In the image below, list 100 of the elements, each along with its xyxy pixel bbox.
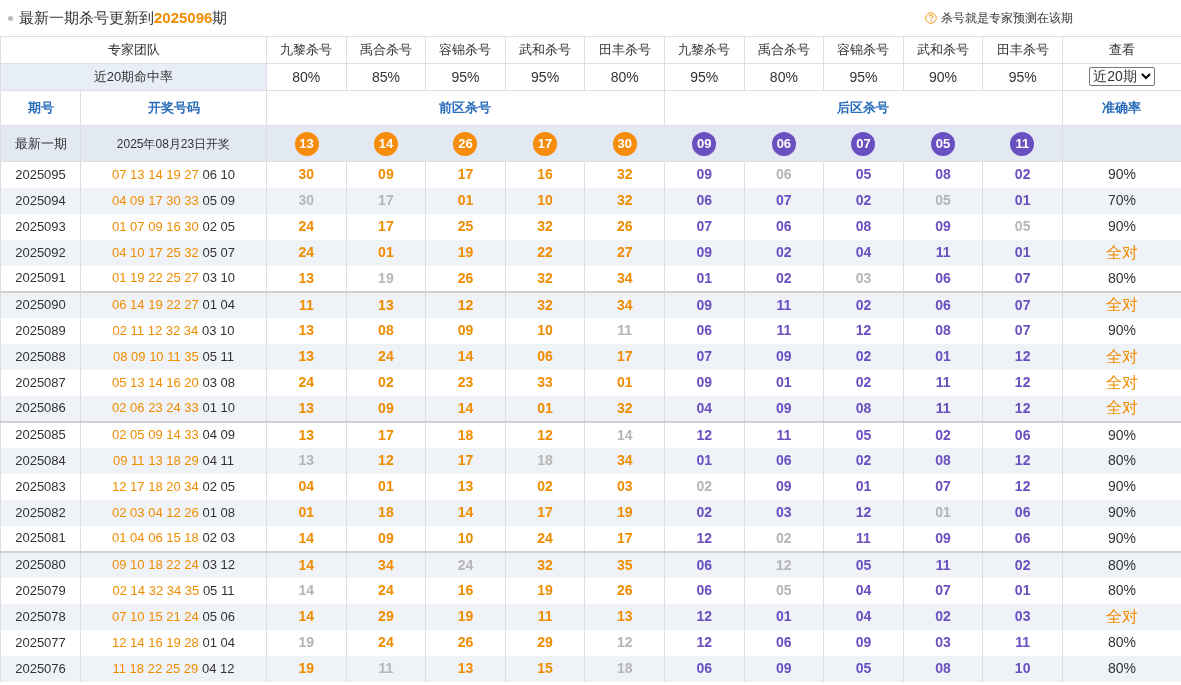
hit-rate: 80% — [769, 68, 798, 85]
front-kill-number: 32 — [537, 556, 553, 573]
front-kill-number: 02 — [378, 374, 394, 390]
back-kill-number: 02 — [1014, 556, 1031, 573]
front-kill-number: 26 — [457, 269, 474, 286]
expert-name: 九黎杀号 — [280, 42, 333, 58]
back-kill-number: 12 — [855, 504, 872, 520]
front-kill-number: 19 — [378, 269, 394, 286]
accuracy-value: 70% — [1107, 192, 1136, 208]
front-kill-number: 13 — [616, 608, 633, 624]
front-kill-number: 19 — [298, 660, 315, 676]
front-kill-number: 12 — [537, 426, 553, 443]
column-header: 期号 — [27, 100, 54, 116]
front-kill-number: 32 — [537, 218, 553, 234]
front-kill-number: 30 — [298, 166, 315, 183]
back-kill-number: 07 — [1014, 322, 1031, 338]
expert-name: 容锦杀号 — [837, 42, 890, 58]
back-kill-number: 11 — [935, 374, 951, 390]
back-kill-number: 07 — [776, 192, 792, 208]
back-kill-number: 06 — [1014, 426, 1031, 443]
hit-rate: 95% — [690, 68, 719, 85]
hit-rate: 90% — [929, 68, 958, 85]
draw-front-numbers: 12 14 16 19 28 — [112, 634, 199, 650]
back-kill-number: 12 — [855, 322, 872, 338]
back-kill-number: 08 — [935, 660, 951, 676]
back-kill-number: 12 — [1014, 478, 1031, 494]
front-kill-number: 19 — [457, 244, 474, 260]
back-kill-number: 06 — [776, 218, 792, 234]
draw-back-numbers: 02 03 — [202, 530, 235, 546]
draw-front-numbers: 01 19 22 25 27 — [112, 270, 199, 286]
front-kill-number: 19 — [298, 634, 315, 650]
draw-front-numbers: 12 17 18 20 34 — [112, 478, 199, 494]
front-kill-number: 16 — [457, 582, 474, 598]
draw-front-numbers: 11 18 22 25 29 — [112, 660, 199, 676]
front-kill-number: 27 — [616, 244, 633, 260]
back-kill-number: 09 — [935, 529, 951, 546]
back-kill-number: 02 — [855, 192, 872, 208]
period-number: 2025094 — [15, 192, 66, 208]
front-kill-number: 14 — [298, 608, 315, 624]
hit-rate: 80% — [610, 68, 639, 85]
accuracy-value: 90% — [1107, 504, 1136, 520]
front-kill-number: 11 — [298, 296, 314, 313]
front-kill-number: 17 — [537, 504, 553, 520]
period-number: 2025092 — [15, 244, 66, 260]
period-number: 2025088 — [15, 348, 66, 364]
back-kill-number: 02 — [776, 269, 792, 286]
draw-front-numbers: 01 04 06 15 18 — [112, 530, 199, 546]
draw-front-numbers: 07 10 15 21 24 — [112, 608, 199, 624]
accuracy-value: 90% — [1107, 478, 1136, 494]
front-kill-number: 17 — [457, 166, 474, 183]
front-kill-number: 17 — [457, 452, 474, 468]
front-kill-number: 13 — [298, 399, 315, 416]
back-kill-number: 02 — [935, 426, 951, 443]
accuracy-value: 90% — [1107, 426, 1136, 443]
back-kill-number: 02 — [855, 374, 872, 390]
view-label: 查看 — [1108, 42, 1135, 58]
draw-front-numbers: 01 07 09 16 30 — [112, 218, 199, 234]
back-kill-number: 09 — [696, 374, 713, 390]
front-kill-number: 19 — [457, 608, 474, 624]
front-kill-number: 12 — [457, 296, 474, 313]
front-kill-number: 23 — [457, 374, 474, 390]
back-kill-number: 08 — [935, 166, 951, 183]
back-kill-number: 12 — [696, 529, 713, 546]
back-kill-number: 06 — [696, 556, 713, 573]
period-select[interactable]: 近20期 — [1089, 67, 1155, 87]
expert-name: 容锦杀号 — [439, 42, 492, 58]
draw-back-numbers: 01 08 — [202, 504, 235, 520]
period-number: 2025077 — [15, 634, 66, 650]
front-kill-number: 13 — [298, 322, 315, 338]
back-kill-number: 01 — [1014, 192, 1031, 208]
front-kill-number: 34 — [616, 269, 633, 286]
front-kill-number: 09 — [378, 529, 394, 546]
front-kill-number: 24 — [298, 218, 315, 234]
back-kill-number: 12 — [1014, 374, 1031, 390]
back-kill-number: 02 — [776, 244, 792, 260]
draw-back-numbers: 05 11 — [202, 348, 234, 364]
hint-text: 杀号就是专家预测在该期 — [941, 10, 1073, 27]
column-header: 前区杀号 — [439, 100, 492, 116]
back-kill-number: 09 — [696, 244, 713, 260]
front-kill-number: 32 — [616, 192, 633, 208]
expert-name: 禹合杀号 — [359, 42, 412, 58]
back-kill-number: 11 — [935, 244, 951, 260]
front-kill-number: 34 — [616, 452, 633, 468]
front-kill-number: 13 — [298, 269, 315, 286]
front-kill-number: 32 — [616, 166, 633, 183]
draw-front-numbers: 02 11 12 32 34 — [112, 322, 199, 338]
front-kill-number: 34 — [378, 556, 394, 573]
back-kill-number: 04 — [855, 582, 872, 598]
back-kill-number: 02 — [855, 296, 872, 313]
back-kill-number: 12 — [696, 634, 713, 650]
accuracy-value: 90% — [1107, 218, 1136, 234]
draw-front-numbers: 09 10 18 22 24 — [112, 557, 199, 573]
back-kill-number: 07 — [1014, 296, 1031, 313]
front-kill-number: 13 — [457, 478, 474, 494]
period-number: 2025093 — [15, 218, 66, 234]
period-number: 2025083 — [15, 478, 66, 494]
period-number: 2025076 — [15, 660, 66, 676]
accuracy-value: 80% — [1107, 452, 1136, 468]
back-kill-number: 09 — [776, 348, 792, 364]
front-kill-number: 17 — [378, 218, 394, 234]
